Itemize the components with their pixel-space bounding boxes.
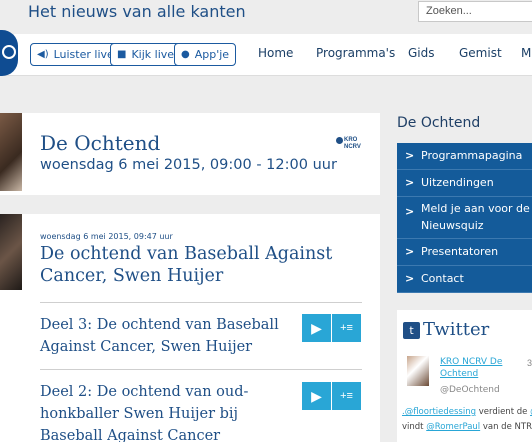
sidebar-item-label: Contact [421, 272, 464, 285]
nav-more[interactable]: M [521, 46, 531, 60]
program-datetime: woensdag 6 mei 2015, 09:00 - 12:00 uur [40, 157, 337, 173]
twitter-icon: t [403, 322, 420, 339]
tweet-mention-link[interactable]: @RomerPaul [426, 422, 480, 432]
sidebar-item-label: Programmapagina [421, 149, 523, 162]
sidebar-item-programmapagina[interactable]: > Programmapagina [397, 143, 532, 170]
top-bar: Het nieuws van alle kanten Zoeken... [0, 0, 532, 34]
sidebar-item-contact[interactable]: > Contact [397, 266, 532, 293]
chevron-right-icon: > [405, 149, 415, 162]
nav-gemist[interactable]: Gemist [459, 46, 502, 60]
item-title[interactable]: De ochtend van Baseball Against Cancer, … [40, 243, 340, 287]
twitter-handle: @DeOchtend [440, 385, 500, 395]
app-je-button[interactable]: ● App'je [174, 43, 237, 66]
divider [40, 302, 362, 303]
main-navigation: ◀) Luister live ■ Kijk live ● App'je Hom… [0, 34, 532, 76]
sidebar-item-label: Uitzendingen [421, 176, 494, 189]
sidebar-item-label: Presentatoren [421, 245, 499, 258]
twitter-heading: t Twitter [403, 319, 489, 340]
watch-live-label: Kijk live [131, 48, 175, 61]
sidebar-menu: > Programmapagina > Uitzendingen > Meld … [397, 143, 532, 293]
nav-programmas[interactable]: Programma's [316, 46, 395, 60]
broadcaster-logo: KRO NCRV [336, 137, 361, 150]
speaker-icon: ◀) [37, 49, 49, 60]
chevron-right-icon: > [405, 205, 415, 218]
add-to-playlist-button[interactable]: +≡ [332, 382, 361, 410]
app-je-label: App'je [194, 48, 230, 61]
chevron-right-icon: > [405, 245, 415, 258]
episode-title[interactable]: Deel 3: De ochtend van Baseball Against … [40, 314, 296, 358]
twitter-widget: t Twitter KRO NCRV De Ochtend @DeOchtend … [397, 310, 532, 442]
sidebar-item-label: Nieuwsquiz [421, 219, 484, 232]
twitter-avatar[interactable] [407, 356, 429, 386]
chevron-right-icon: > [405, 176, 415, 189]
add-to-playlist-button[interactable]: +≡ [332, 314, 361, 342]
sidebar-item-presentatoren[interactable]: > Presentatoren [397, 239, 532, 266]
program-title[interactable]: De Ochtend [40, 131, 160, 155]
search-input[interactable]: Zoeken... [418, 1, 532, 22]
watch-live-button[interactable]: ■ Kijk live [110, 43, 182, 66]
chat-bubble-icon: ● [181, 49, 190, 60]
sidebar-item-uitzendingen[interactable]: > Uitzendingen [397, 170, 532, 197]
item-date: woensdag 6 mei 2015, 09:47 uur [40, 232, 173, 241]
tweet-text: .@floortiedessing verdient de @ vindt @R… [402, 405, 532, 435]
divider [40, 369, 362, 370]
twitter-account-name[interactable]: KRO NCRV De Ochtend [440, 356, 510, 380]
broadcaster-dot-icon [336, 137, 343, 144]
listen-live-label: Luister live [53, 48, 114, 61]
sidebar-item-label: Meld je aan voor de Na [421, 202, 532, 215]
presenter-photo [0, 113, 22, 191]
guest-photo [0, 214, 22, 290]
nav-gids[interactable]: Gids [408, 46, 435, 60]
play-button[interactable]: ▶ [302, 314, 331, 342]
nav-home[interactable]: Home [258, 46, 293, 60]
sidebar-title: De Ochtend [397, 115, 481, 131]
video-camera-icon: ■ [117, 49, 127, 60]
episode-title[interactable]: Deel 2: De ochtend van oud-honkballer Sw… [40, 381, 296, 442]
listen-live-button[interactable]: ◀) Luister live [30, 43, 121, 66]
sidebar-item-nieuwsquiz[interactable]: > Meld je aan voor de Na Nieuwsquiz [397, 197, 532, 239]
chevron-right-icon: > [405, 272, 415, 285]
site-tagline: Het nieuws van alle kanten [28, 2, 246, 21]
tweet-time: 3 [527, 358, 532, 368]
play-button[interactable]: ▶ [302, 382, 331, 410]
tweet-mention-link[interactable]: .@floortiedessing [402, 407, 476, 417]
